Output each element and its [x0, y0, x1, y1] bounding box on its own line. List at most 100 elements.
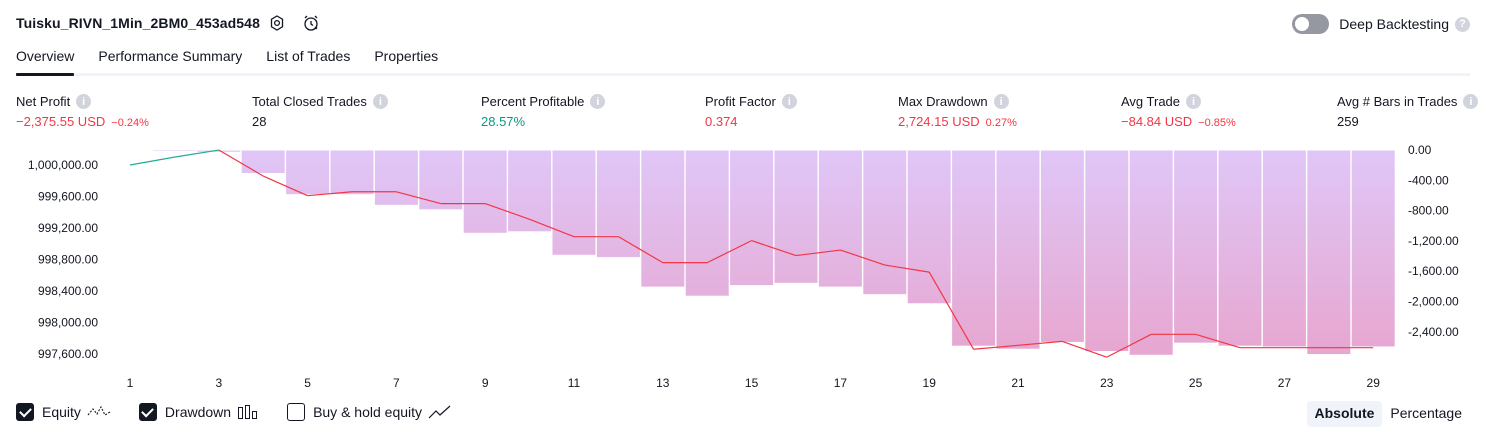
- metric-profit-factor: Profit Factor i 0.374: [705, 93, 797, 129]
- drawdown-bar: [418, 149, 464, 211]
- tab-bar: Overview Performance Summary List of Tra…: [16, 48, 1470, 76]
- legend-label: Equity: [42, 404, 81, 420]
- right-axis-tick-label: 0.00: [1408, 143, 1432, 157]
- x-axis-tick-label: 17: [834, 376, 848, 390]
- checkbox-checked-icon: [138, 403, 157, 421]
- help-icon[interactable]: i: [781, 94, 797, 109]
- drawdown-bar: [951, 149, 997, 347]
- metric-label: Max Drawdown: [898, 94, 988, 109]
- drawdown-bar: [640, 149, 686, 288]
- drawdown-bar: [1039, 149, 1085, 343]
- help-icon[interactable]: i: [76, 94, 92, 109]
- metric-value: 259: [1337, 114, 1359, 129]
- left-axis-tick-label: 1,000,000.00: [28, 158, 98, 172]
- x-axis-tick-label: 15: [745, 376, 759, 390]
- metric-value: 28: [252, 114, 267, 129]
- metric-value: 2,724.15 USD: [898, 114, 980, 129]
- metric-label: Net Profit: [16, 94, 71, 109]
- help-icon[interactable]: i: [1463, 94, 1479, 109]
- tab-performance-summary[interactable]: Performance Summary: [98, 48, 242, 73]
- right-axis-tick-label: -2,400.00: [1408, 325, 1459, 339]
- x-axis-tick-label: 9: [482, 376, 489, 390]
- metric-value: 0.374: [705, 114, 738, 129]
- equity-drawdown-chart[interactable]: 1,000,000.00 999,600.00 999,200.00 998,800.…: [0, 140, 1486, 392]
- metric-label: Percent Profitable: [481, 94, 585, 109]
- right-axis-tick-label: -2,000.00: [1408, 295, 1459, 309]
- checkbox-checked-icon: [16, 403, 34, 421]
- metric-value: −84.84 USD: [1121, 114, 1193, 129]
- drawdown-bar: [373, 149, 419, 206]
- buy-hold-checkbox[interactable]: Buy & hold equity: [287, 403, 452, 421]
- help-icon[interactable]: i: [372, 94, 388, 109]
- absolute-button[interactable]: Absolute: [1306, 401, 1383, 427]
- x-axis-tick-label: 23: [1100, 376, 1114, 390]
- metric-percent: 0.27%: [985, 117, 1017, 129]
- help-icon[interactable]: ?: [1455, 16, 1470, 32]
- x-axis-tick-label: 13: [656, 376, 670, 390]
- legend: Equity Drawdown Buy & hold equity: [16, 403, 480, 421]
- x-axis-tick-label: 25: [1189, 376, 1203, 390]
- metric-net-profit: Net Profit i −2,375.55 USD −0.24%: [16, 93, 149, 129]
- drawdown-bar: [329, 149, 375, 196]
- tab-list-of-trades[interactable]: List of Trades: [266, 48, 350, 73]
- help-icon[interactable]: i: [590, 94, 606, 109]
- drawdown-bar: [862, 149, 908, 296]
- metric-label: Total Closed Trades: [252, 94, 367, 109]
- metric-label: Avg # Bars in Trades: [1337, 94, 1458, 109]
- metric-total-closed-trades: Total Closed Trades i 28: [252, 93, 388, 129]
- x-axis-tick-label: 11: [568, 376, 581, 390]
- x-axis-tick-label: 27: [1278, 376, 1292, 390]
- left-axis-tick-label: 999,600.00: [38, 190, 98, 204]
- metric-value: 28.57%: [481, 114, 526, 129]
- x-axis-tick-label: 19: [923, 376, 937, 390]
- tab-overview[interactable]: Overview: [16, 48, 75, 76]
- metric-percent: −0.24%: [111, 117, 149, 129]
- legend-label: Drawdown: [164, 404, 232, 420]
- help-icon[interactable]: i: [1186, 94, 1202, 109]
- metric-label: Avg Trade: [1121, 94, 1181, 109]
- display-mode-switch: Absolute Percentage: [1306, 401, 1471, 427]
- right-axis-tick-label: -800.00: [1408, 204, 1449, 218]
- deep-backtesting-label: Deep Backtesting: [1339, 16, 1449, 32]
- drawdown-bar: [1350, 149, 1396, 348]
- drawdown-bar: [684, 149, 730, 297]
- left-axis-tick-label: 998,400.00: [38, 284, 98, 298]
- drawdown-bar: [1173, 149, 1219, 344]
- drawdown-bar: [817, 149, 863, 288]
- drawdown-bar: [906, 149, 952, 305]
- drawdown-bar: [1217, 149, 1263, 347]
- drawdown-bar: [729, 149, 775, 287]
- x-axis-tick-label: 29: [1367, 376, 1381, 390]
- deep-backtesting-toggle[interactable]: [1292, 14, 1330, 34]
- tab-properties[interactable]: Properties: [374, 48, 438, 73]
- equity-line-segment: [129, 156, 175, 166]
- left-axis-tick-label: 997,600.00: [38, 347, 98, 361]
- metric-value: −2,375.55 USD: [16, 114, 106, 129]
- drawdown-bar: [1306, 149, 1352, 356]
- deep-backtesting: Deep Backtesting ?: [1292, 14, 1470, 34]
- metric-percent-profitable: Percent Profitable i 28.57%: [481, 93, 606, 129]
- equity-checkbox[interactable]: Equity: [16, 403, 111, 421]
- right-axis-tick-label: -1,600.00: [1408, 264, 1459, 278]
- metric-avg-bars: Avg # Bars in Trades i 259: [1337, 93, 1479, 129]
- percentage-button[interactable]: Percentage: [1382, 401, 1470, 427]
- metric-max-drawdown: Max Drawdown i 2,724.15 USD 0.27%: [898, 93, 1017, 129]
- settings-icon[interactable]: [267, 13, 287, 33]
- drawdown-bar: [285, 149, 331, 196]
- drawdown-bar: [595, 149, 641, 259]
- drawdown-bar: [240, 149, 286, 174]
- metric-avg-trade: Avg Trade i −84.84 USD −0.85%: [1121, 93, 1236, 129]
- drawdown-bar: [773, 149, 819, 284]
- metric-label: Profit Factor: [705, 94, 776, 109]
- help-icon[interactable]: i: [993, 94, 1009, 109]
- left-axis-tick-label: 999,200.00: [38, 221, 98, 235]
- strategy-title: Tuisku_RIVN_1Min_2BM0_453ad548: [16, 15, 260, 31]
- right-axis-tick-label: -400.00: [1408, 173, 1449, 187]
- alarm-clock-icon[interactable]: [301, 13, 321, 33]
- drawdown-checkbox[interactable]: Drawdown: [138, 403, 259, 421]
- legend-label: Buy & hold equity: [313, 404, 423, 420]
- buy-hold-line-icon: [428, 405, 451, 419]
- metric-percent: −0.85%: [1198, 117, 1236, 129]
- x-axis-tick-label: 3: [215, 376, 222, 390]
- checkbox-unchecked-icon: [287, 403, 306, 421]
